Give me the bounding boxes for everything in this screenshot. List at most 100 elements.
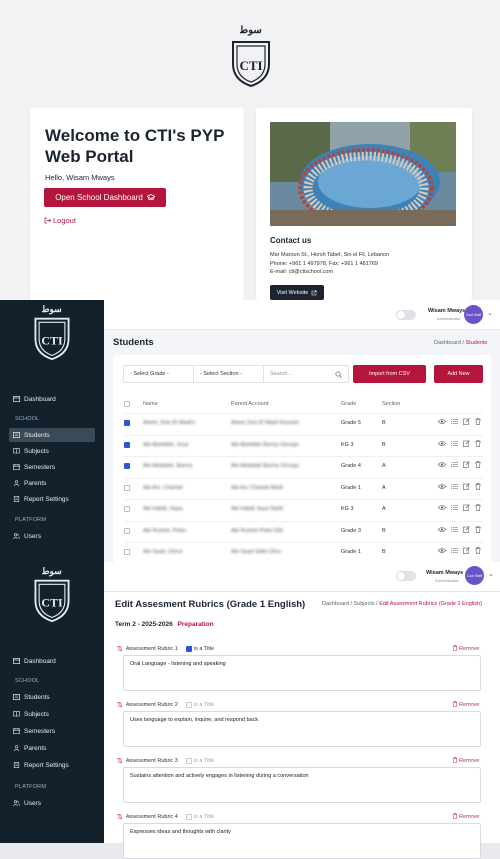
sidebar-item-report-settings[interactable]: Report Settings (9, 492, 95, 506)
edit-icon[interactable] (463, 461, 470, 470)
view-icon[interactable] (437, 547, 447, 556)
row-checkbox[interactable] (124, 484, 130, 491)
list-icon[interactable] (451, 440, 458, 449)
chevron-down-icon[interactable]: ⌄ (487, 309, 493, 317)
view-icon[interactable] (437, 483, 447, 492)
sidebar-item-users[interactable]: Users (9, 796, 95, 810)
theme-toggle[interactable] (396, 571, 416, 581)
is-title-checkbox[interactable] (185, 646, 192, 652)
row-checkbox[interactable] (124, 420, 130, 426)
remove-rubric-button[interactable]: Remove (452, 757, 479, 765)
is-title-toggle[interactable]: is a Title (185, 758, 214, 764)
row-checkbox[interactable] (124, 506, 130, 512)
rubric-textarea[interactable]: Uses language to explain, inquire, and r… (123, 711, 481, 747)
view-icon[interactable] (437, 526, 447, 535)
sidebar-item-parents[interactable]: Parents (9, 741, 95, 755)
sidebar-item-report-settings[interactable]: Report Settings (9, 758, 95, 772)
add-new-button[interactable]: Add New (434, 365, 483, 383)
sidebar-item-subjects[interactable]: Subjects (9, 444, 95, 458)
table-row[interactable]: Abi Habib, Saya Abi Habib Saya Nabil KG 3 A (123, 499, 483, 520)
is-title-checkbox[interactable] (185, 814, 192, 820)
table-row[interactable]: Abi Saab, Omra Abi Saad Salim Elou Grade 1… (123, 542, 483, 563)
edit-icon[interactable] (463, 418, 470, 427)
is-title-checkbox[interactable] (185, 758, 192, 764)
avatar[interactable]: Cool Staff (465, 566, 484, 585)
graduation-cap-icon (146, 194, 155, 201)
external-link-icon (311, 290, 317, 296)
sidebar-item-students[interactable]: Students (9, 428, 95, 442)
rubric-textarea[interactable]: Sustains attention and actively engages … (123, 767, 481, 803)
row-checkbox[interactable] (124, 441, 130, 448)
drag-handle-icon[interactable]: ⇅ (117, 813, 123, 821)
trash-icon[interactable] (475, 418, 481, 427)
edit-icon[interactable] (463, 525, 470, 535)
sidebar-item-subjects[interactable]: Subjects (9, 707, 95, 721)
user-icon (13, 480, 20, 486)
row-checkbox[interactable] (124, 549, 130, 555)
trash-icon[interactable] (475, 504, 481, 513)
trash-icon[interactable] (475, 525, 481, 535)
theme-toggle[interactable] (396, 310, 416, 320)
logout-link[interactable]: Logout (44, 216, 76, 225)
is-title-toggle[interactable]: is a Title (185, 702, 214, 708)
table-row[interactable]: Abi Abdallah, Joya Abi Abdallah Barmy Geo… (123, 434, 483, 456)
sidebar-item-students[interactable]: Students (9, 690, 95, 704)
select-all-checkbox[interactable] (124, 401, 130, 407)
table-row[interactable]: Abeel, Zein El Wadi'n Abeel Zein El Wadi … (123, 413, 483, 434)
avatar[interactable]: Cool Staff (464, 305, 483, 324)
row-checkbox[interactable] (124, 527, 130, 534)
breadcrumb-subjects[interactable]: Subjects (354, 601, 375, 607)
sidebar-item-label: Semesters (24, 727, 56, 735)
view-icon[interactable] (437, 440, 447, 449)
rubric-text: Expresses ideas and thoughts with clarit… (130, 829, 231, 835)
trash-icon[interactable] (475, 439, 481, 449)
chevron-down-icon[interactable]: ⌄ (488, 570, 494, 578)
is-title-checkbox[interactable] (185, 702, 192, 708)
list-icon[interactable] (451, 461, 458, 470)
edit-icon[interactable] (463, 439, 470, 449)
sidebar-item-dashboard[interactable]: Dashboard (9, 392, 95, 406)
sidebar-item-parents[interactable]: Parents (9, 476, 95, 490)
import-csv-button[interactable]: Import from CSV (353, 365, 426, 383)
view-icon[interactable] (437, 461, 447, 470)
is-title-toggle[interactable]: is a Title (185, 814, 214, 820)
shield-logo-icon: CTI (34, 579, 70, 623)
view-icon[interactable] (437, 418, 447, 427)
open-dashboard-button[interactable]: Open School Dashboard (44, 188, 166, 207)
rubric-textarea[interactable]: Expresses ideas and thoughts with clarit… (123, 823, 481, 859)
list-icon[interactable] (451, 418, 458, 427)
list-icon[interactable] (451, 483, 458, 492)
remove-rubric-button[interactable]: Remove (452, 701, 479, 709)
breadcrumb-home[interactable]: Dashboard (322, 601, 349, 607)
table-row[interactable]: Abi Rumeir, Peter Abi Rumeir Peter Elie Gr… (123, 520, 483, 542)
drag-handle-icon[interactable]: ⇅ (117, 645, 123, 653)
list-icon[interactable] (451, 547, 458, 556)
sidebar-item-semesters[interactable]: Semesters (9, 460, 95, 474)
sidebar-item-dashboard[interactable]: Dashboard (9, 654, 95, 668)
table-row[interactable]: Abi Arz, Chantal Abi Arz Chantal Wadi Grad… (123, 477, 483, 499)
remove-rubric-button[interactable]: Remove (452, 645, 479, 653)
row-checkbox[interactable] (124, 463, 130, 469)
sidebar-item-semesters[interactable]: Semesters (9, 724, 95, 738)
drag-handle-icon[interactable]: ⇅ (117, 757, 123, 765)
drag-handle-icon[interactable]: ⇅ (117, 701, 123, 709)
view-icon[interactable] (437, 504, 447, 513)
grade-select[interactable]: - Select Grade - (124, 366, 194, 382)
table-row[interactable]: Abi Abdallah, Barmy Abi Abdallah Barmy Ge… (123, 456, 483, 477)
trash-icon[interactable] (475, 547, 481, 556)
rubric-textarea[interactable]: Oral Language - listening and speaking (123, 655, 481, 691)
sidebar-item-users[interactable]: Users (9, 529, 95, 543)
list-icon[interactable] (451, 526, 458, 535)
trash-icon[interactable] (475, 461, 481, 470)
breadcrumb-home[interactable]: Dashboard (434, 340, 461, 346)
edit-icon[interactable] (463, 482, 470, 492)
edit-icon[interactable] (463, 504, 470, 513)
search-input[interactable]: Search... (264, 366, 348, 382)
trash-icon[interactable] (475, 482, 481, 492)
list-icon[interactable] (451, 504, 458, 513)
section-select[interactable]: - Select Section - (194, 366, 264, 382)
is-title-toggle[interactable]: is a Title (185, 646, 214, 652)
edit-icon[interactable] (463, 547, 470, 556)
visit-website-button[interactable]: Visit Website (270, 285, 324, 300)
remove-rubric-button[interactable]: Remove (452, 813, 479, 821)
